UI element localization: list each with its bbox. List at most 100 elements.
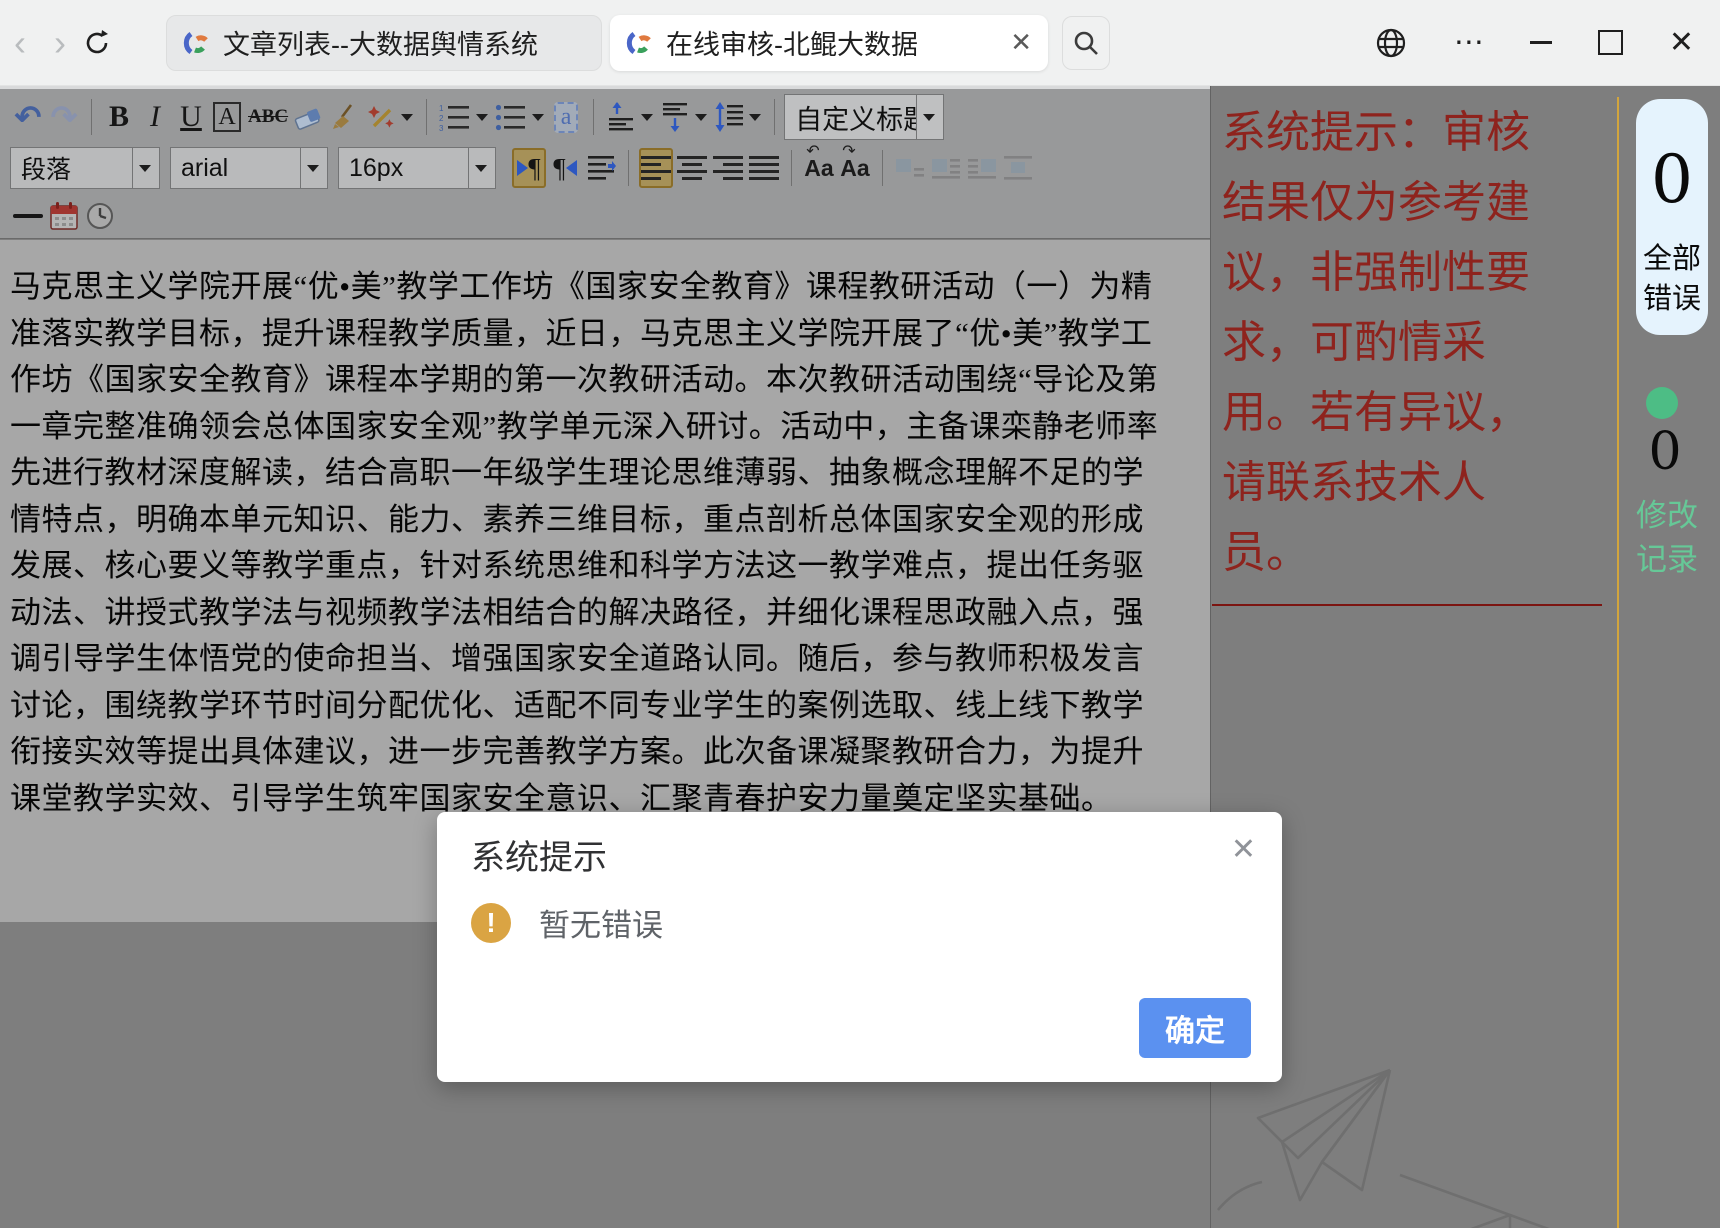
- tab-article-list[interactable]: 文章列表--大数据舆情系统: [166, 15, 602, 71]
- dialog-message: 暂无错误: [539, 900, 663, 945]
- format-eraser-button[interactable]: [292, 97, 326, 137]
- rtl-triangle-icon: [566, 160, 577, 176]
- auto-typeset-button[interactable]: [364, 97, 398, 137]
- align-justify-button[interactable]: [747, 148, 781, 188]
- font-family-select[interactable]: arial: [170, 147, 328, 189]
- paragraph-format-select[interactable]: 段落: [10, 147, 160, 189]
- font-size-value: 16px: [339, 154, 468, 183]
- toolbar-row-3: [10, 194, 1210, 238]
- menu-dots-icon[interactable]: ⋯: [1454, 28, 1484, 58]
- edit-log-link[interactable]: 修改记录: [1634, 494, 1700, 582]
- text-line: 动法、讲授式教学法与视频教学法相结合的解决路径，并细化课程思政融入点，强: [10, 590, 1178, 637]
- align-center-button[interactable]: [675, 148, 709, 188]
- review-rail: 0 全部错误 0 修改记录: [1620, 86, 1720, 1228]
- custom-heading-dropdown[interactable]: [916, 95, 943, 139]
- text-line: 马克思主义学院开展“优•美”教学工作坊《国家安全教育》课程教研活动（一）为精: [10, 264, 1178, 311]
- toolbar-row-2: 段落 arial 16px ¶ ¶: [10, 142, 1210, 194]
- toolbar-separator: [593, 99, 594, 135]
- indent-button[interactable]: [584, 148, 618, 188]
- font-size-dropdown[interactable]: [468, 148, 495, 188]
- font-family-dropdown[interactable]: [300, 148, 327, 188]
- minimize-button[interactable]: [1530, 41, 1552, 44]
- undo-button[interactable]: ↶: [11, 97, 45, 137]
- tab-search-button[interactable]: [1062, 16, 1110, 70]
- chrome-controls: ⋯ ✕: [1374, 26, 1694, 60]
- ordered-list-button[interactable]: 1 2 3: [437, 97, 473, 137]
- italic-button[interactable]: I: [138, 97, 172, 137]
- redo-button[interactable]: ↷: [47, 97, 81, 137]
- toolbar-separator: [774, 99, 775, 135]
- tab-online-review[interactable]: 在线审核-北鲲大数据 ✕: [610, 15, 1048, 71]
- paragraph-format-dropdown[interactable]: [132, 148, 159, 188]
- confirm-button[interactable]: 确定: [1139, 998, 1251, 1058]
- custom-heading-select[interactable]: 自定义标题: [784, 94, 944, 140]
- font-size-select[interactable]: 16px: [338, 147, 496, 189]
- toolbar-separator: [882, 150, 883, 186]
- auto-typeset-caret-icon[interactable]: [401, 114, 413, 121]
- ordered-list-caret-icon[interactable]: [476, 114, 488, 121]
- search-icon: [1072, 29, 1100, 57]
- space-bottom-caret-icon[interactable]: [695, 114, 707, 121]
- text-line: 请联系技术人: [1222, 448, 1552, 518]
- image-float-right-icon: [967, 155, 997, 181]
- text-line: 情特点，明确本单元知识、能力、素养三维目标，重点剖析总体国家安全观的形成: [10, 497, 1178, 544]
- bold-button[interactable]: B: [102, 97, 136, 137]
- insert-time-button[interactable]: [83, 196, 117, 236]
- chevron-down-icon: [307, 165, 319, 172]
- line-height-caret-icon[interactable]: [749, 114, 761, 121]
- forward-icon[interactable]: ›: [40, 23, 80, 63]
- text-line: 调引导学生体悟党的使命担当、增强国家安全道路认同。随后，参与教师积极发言: [10, 636, 1178, 683]
- anchor-button[interactable]: a: [549, 97, 583, 137]
- warning-icon: !: [471, 903, 511, 943]
- dialog-title: 系统提示: [471, 830, 607, 879]
- space-top-caret-icon[interactable]: [641, 114, 653, 121]
- reload-icon[interactable]: [80, 26, 120, 60]
- font-color-icon: A: [213, 102, 240, 132]
- tab-close-icon[interactable]: ✕: [1010, 27, 1032, 58]
- dialog-close-icon[interactable]: ✕: [1231, 832, 1256, 867]
- line-height-button[interactable]: [712, 97, 746, 137]
- strikethrough-icon: ABC: [248, 106, 288, 128]
- image-float-left-icon: [931, 155, 961, 181]
- eraser-icon: [294, 103, 324, 131]
- font-family-value: arial: [171, 154, 300, 183]
- font-color-button[interactable]: A: [210, 97, 244, 137]
- paragraph-space-top-button[interactable]: [604, 97, 638, 137]
- case-arrow-icon: ↶: [806, 141, 819, 161]
- unordered-list-caret-icon[interactable]: [532, 114, 544, 121]
- align-center-icon: [677, 155, 707, 181]
- text-line: 求，可酌情采: [1222, 308, 1552, 378]
- text-line: 讨论，围绕教学环节时间分配优化、适配不同专业学生的案例选取、线上线下教学: [10, 683, 1178, 730]
- rail-accent-line: [1617, 97, 1619, 1228]
- align-right-button[interactable]: [711, 148, 745, 188]
- paragraph-format-value: 段落: [11, 150, 132, 186]
- to-uppercase-button[interactable]: ↶Aa: [802, 148, 836, 188]
- text-line: 准落实教学目标，提升课程教学质量，近日，马克思主义学院开展了“优•美”教学工: [10, 311, 1178, 358]
- italic-icon: I: [150, 100, 160, 134]
- magic-wand-icon: [366, 102, 396, 132]
- to-lowercase-button[interactable]: ↷Aa: [838, 148, 872, 188]
- strikethrough-button[interactable]: ABC: [246, 97, 290, 137]
- close-button[interactable]: ✕: [1669, 28, 1694, 58]
- edit-count: 0: [1620, 422, 1710, 482]
- horizontal-rule-button[interactable]: [11, 196, 45, 236]
- align-left-icon: [641, 155, 671, 181]
- unordered-list-button[interactable]: [493, 97, 529, 137]
- back-icon[interactable]: ‹: [0, 23, 40, 63]
- total-errors-count: 0: [1651, 147, 1693, 213]
- toolbar-row-1: ↶ ↷ B I U A ABC: [10, 92, 1210, 142]
- total-errors-card[interactable]: 0 全部错误: [1636, 99, 1708, 335]
- lowercase-icon: ↷Aa: [840, 155, 869, 182]
- align-left-button[interactable]: [639, 148, 673, 188]
- insert-date-button[interactable]: [47, 196, 81, 236]
- rtl-paragraph-button[interactable]: ¶: [548, 148, 582, 188]
- tab-title: 在线审核-北鲲大数据: [666, 23, 1000, 62]
- svg-text:1: 1: [439, 104, 444, 113]
- globe-icon[interactable]: [1374, 26, 1408, 60]
- clear-format-button[interactable]: [328, 97, 362, 137]
- text-line: 作坊《国家安全教育》课程本学期的第一次教研活动。本次教研活动围绕“导论及第: [10, 357, 1178, 404]
- paragraph-space-bottom-button[interactable]: [658, 97, 692, 137]
- underline-button[interactable]: U: [174, 97, 208, 137]
- ltr-paragraph-button[interactable]: ¶: [512, 148, 546, 188]
- maximize-button[interactable]: [1598, 30, 1623, 55]
